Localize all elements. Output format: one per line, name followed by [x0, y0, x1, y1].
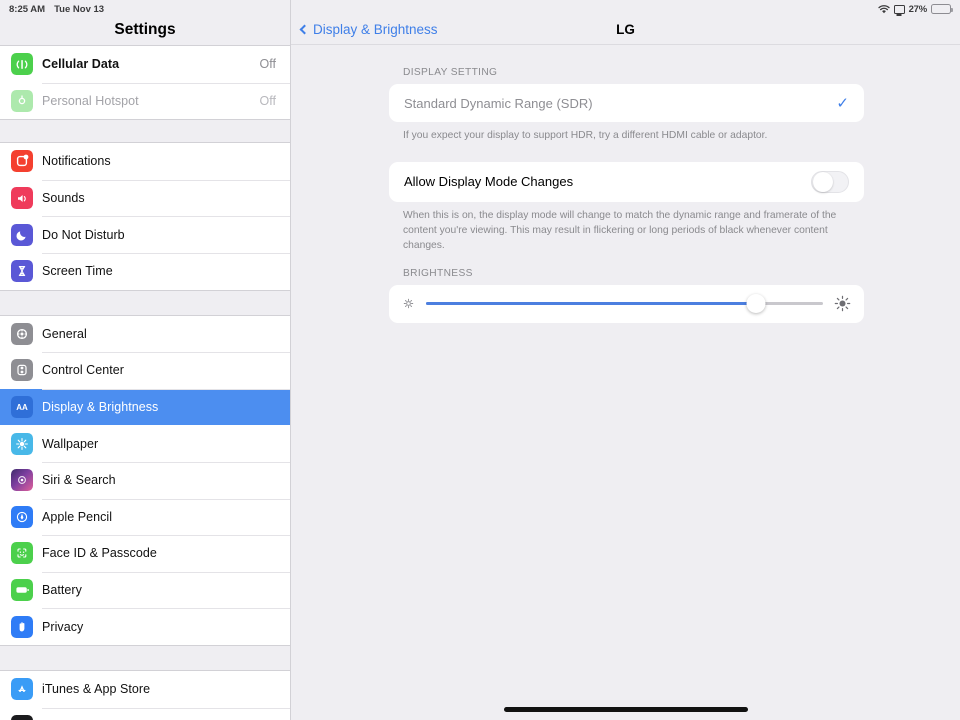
sidebar-item-control-center[interactable]: Control Center	[0, 352, 290, 389]
siri-icon	[11, 469, 33, 491]
brightness-header: BRIGHTNESS	[389, 268, 864, 285]
sidebar-item-label: iTunes & App Store	[42, 682, 150, 696]
sidebar-group-connectivity: Cellular Data Off Personal Hotspot Off	[0, 45, 290, 120]
sidebar-item-notifications[interactable]: Notifications	[0, 143, 290, 180]
display-setting-option-sdr[interactable]: Standard Dynamic Range (SDR) ✓	[389, 84, 864, 122]
sidebar-item-label: Battery	[42, 583, 82, 597]
sidebar-item-label: Sounds	[42, 191, 85, 205]
sidebar-item-label: Apple Pencil	[42, 510, 112, 524]
sidebar-item-label: Display & Brightness	[42, 400, 158, 414]
display-mode-row: Allow Display Mode Changes	[389, 162, 864, 202]
home-indicator	[504, 707, 748, 712]
allow-display-mode-changes-toggle[interactable]	[811, 171, 849, 193]
gear-icon	[11, 323, 33, 345]
toggle-knob	[813, 172, 833, 192]
control-center-icon	[11, 359, 33, 381]
sidebar-item-apple-pencil[interactable]: Apple Pencil	[0, 499, 290, 536]
sidebar-item-privacy[interactable]: Privacy	[0, 608, 290, 645]
display-mode-label: Allow Display Mode Changes	[404, 174, 573, 189]
display-setting-option-label: Standard Dynamic Range (SDR)	[404, 96, 593, 111]
brightness-card	[389, 285, 864, 323]
hourglass-icon	[11, 260, 33, 282]
sidebar-group-alerts: Notifications Sounds Do Not Disturb	[0, 142, 290, 290]
sidebar-item-partial-below[interactable]	[0, 708, 290, 720]
chevron-left-icon	[300, 24, 310, 34]
display-mode-card: Allow Display Mode Changes	[389, 162, 864, 202]
display-setting-header: DISPLAY SETTING	[389, 67, 864, 84]
sounds-icon	[11, 187, 33, 209]
checkmark-icon: ✓	[836, 96, 849, 111]
back-button-label: Display & Brightness	[313, 22, 438, 37]
sidebar-item-wallpaper[interactable]: Wallpaper	[0, 425, 290, 462]
sidebar-group-system: General Control Center AA	[0, 315, 290, 646]
moon-icon	[11, 224, 33, 246]
sidebar-divider	[0, 646, 290, 670]
battery-icon	[11, 579, 33, 601]
sidebar-item-general[interactable]: General	[0, 316, 290, 353]
wallpaper-icon	[11, 433, 33, 455]
sidebar-item-label: Do Not Disturb	[42, 228, 125, 242]
brightness-slider[interactable]	[426, 293, 823, 315]
sidebar-item-cellular-data[interactable]: Cellular Data Off	[0, 46, 290, 83]
apple-pencil-icon	[11, 506, 33, 528]
brightness-slider-row	[389, 285, 864, 323]
sidebar-item-screen-time[interactable]: Screen Time	[0, 253, 290, 290]
detail-nav-bar: Display & Brightness LG	[291, 0, 960, 45]
brightness-low-icon	[402, 297, 415, 310]
brightness-high-icon	[834, 295, 851, 312]
sidebar-item-label: Screen Time	[42, 264, 113, 278]
display-brightness-icon: AA	[11, 396, 33, 418]
display-setting-card: Standard Dynamic Range (SDR) ✓	[389, 84, 864, 122]
privacy-hand-icon	[11, 616, 33, 638]
sidebar-group-store: iTunes & App Store	[0, 670, 290, 720]
face-id-icon	[11, 542, 33, 564]
sidebar-divider	[0, 291, 290, 315]
ipad-settings-screen: 8:25 AM Tue Nov 13 27% Settings	[0, 0, 960, 720]
sidebar-item-siri-and-search[interactable]: Siri & Search	[0, 462, 290, 499]
sidebar-item-battery[interactable]: Battery	[0, 572, 290, 609]
sidebar-item-label: Personal Hotspot	[42, 94, 139, 108]
sidebar-item-label: Control Center	[42, 363, 124, 377]
svg-text:AA: AA	[16, 403, 28, 412]
hotspot-icon	[11, 90, 33, 112]
display-mode-footnote: When this is on, the display mode will c…	[389, 202, 864, 254]
app-store-icon	[11, 678, 33, 700]
slider-knob[interactable]	[746, 294, 765, 313]
sidebar-item-label: Notifications	[42, 154, 111, 168]
sidebar-divider	[0, 120, 290, 142]
sidebar-item-itunes-and-app-store[interactable]: iTunes & App Store	[0, 671, 290, 708]
sidebar-item-label: Face ID & Passcode	[42, 546, 157, 560]
sidebar-item-label: Privacy	[42, 620, 83, 634]
sidebar-item-label: Siri & Search	[42, 473, 116, 487]
sidebar-item-sounds[interactable]: Sounds	[0, 180, 290, 217]
slider-fill	[426, 302, 756, 304]
detail-pane: Display & Brightness LG DISPLAY SETTING …	[291, 0, 960, 720]
cellular-icon	[11, 53, 33, 75]
sidebar-item-label: Cellular Data	[42, 57, 119, 71]
sidebar-item-value: Off	[260, 94, 276, 108]
sidebar-item-face-id-and-passcode[interactable]: Face ID & Passcode	[0, 535, 290, 572]
sidebar-title: Settings	[0, 0, 290, 45]
wallet-icon	[11, 715, 33, 720]
back-button[interactable]: Display & Brightness	[291, 22, 438, 37]
sidebar-item-display-and-brightness[interactable]: AA Display & Brightness	[0, 389, 290, 426]
sidebar-item-personal-hotspot[interactable]: Personal Hotspot Off	[0, 83, 290, 120]
sidebar-item-label: Wallpaper	[42, 437, 98, 451]
sidebar-item-value: Off	[260, 57, 276, 71]
detail-content: DISPLAY SETTING Standard Dynamic Range (…	[291, 45, 960, 323]
sidebar-item-do-not-disturb[interactable]: Do Not Disturb	[0, 216, 290, 253]
settings-sidebar[interactable]: Settings Cellular Data Off	[0, 0, 291, 720]
display-setting-footnote: If you expect your display to support HD…	[389, 122, 864, 144]
notifications-icon	[11, 150, 33, 172]
sidebar-item-label: General	[42, 327, 87, 341]
